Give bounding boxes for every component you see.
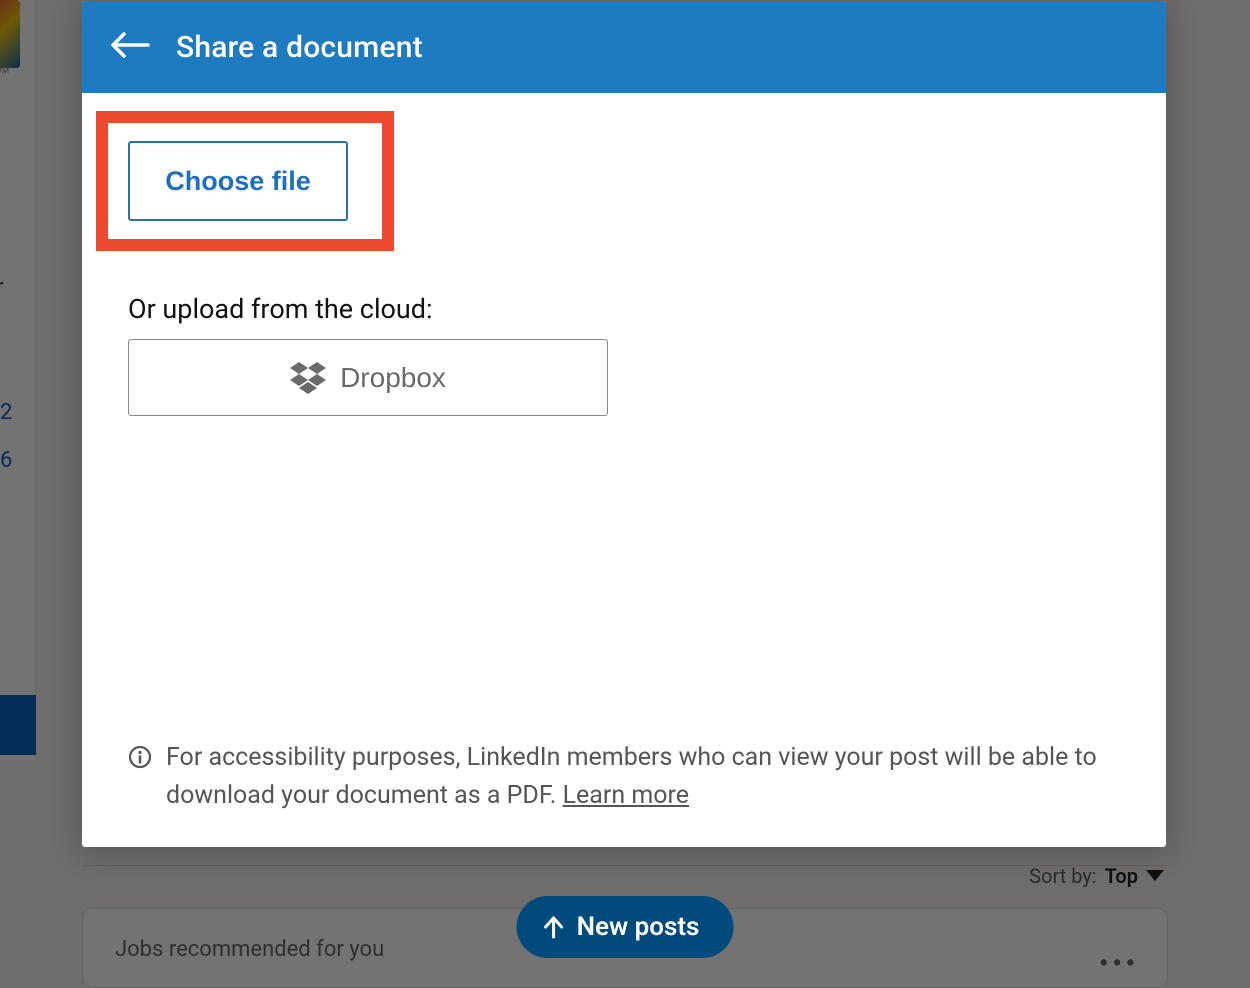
choose-file-button[interactable]: Choose file — [128, 141, 348, 221]
new-posts-button[interactable]: New posts — [517, 896, 734, 958]
modal-body: Choose file Or upload from the cloud: Dr… — [82, 93, 1166, 847]
arrow-up-icon — [543, 915, 565, 939]
accessibility-info: For accessibility purposes, LinkedIn mem… — [128, 739, 1120, 814]
choose-file-label: Choose file — [165, 166, 311, 197]
new-posts-label: New posts — [577, 912, 700, 942]
modal-header: Share a document — [82, 1, 1166, 93]
modal-title: Share a document — [176, 30, 423, 65]
dropbox-button[interactable]: Dropbox — [128, 339, 608, 416]
learn-more-link[interactable]: Learn more — [563, 781, 689, 810]
dropbox-label: Dropbox — [340, 362, 446, 394]
info-text-wrapper: For accessibility purposes, LinkedIn mem… — [166, 739, 1120, 814]
cloud-upload-label: Or upload from the cloud: — [128, 293, 433, 325]
dropbox-icon — [290, 362, 326, 394]
info-icon — [128, 743, 152, 781]
back-button[interactable] — [104, 21, 156, 73]
arrow-left-icon — [110, 31, 150, 63]
share-document-modal: Share a document Choose file Or upload f… — [82, 1, 1166, 847]
